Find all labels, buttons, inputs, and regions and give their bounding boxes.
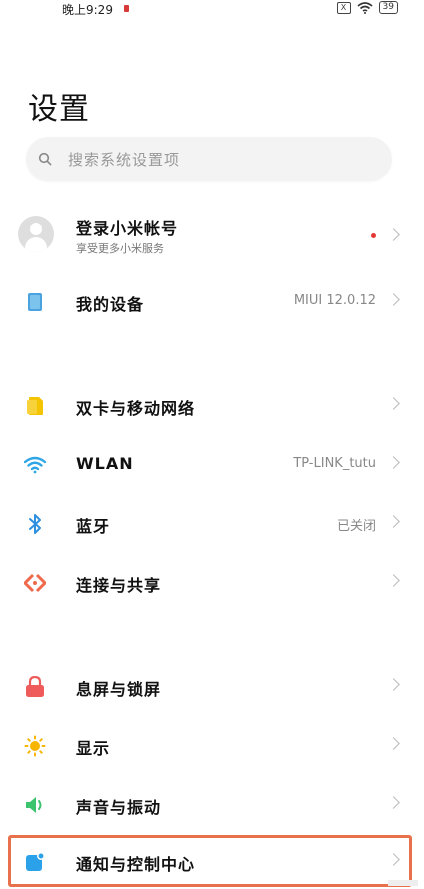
settings-row-lock-screen[interactable]: 息屏与锁屏 [0,662,424,712]
account-row[interactable]: 登录小米帐号 享受更多小米服务 [0,212,424,262]
settings-row-display[interactable]: 显示 [0,721,424,771]
settings-row-label: WLAN [76,454,134,473]
chevron-right-icon [387,293,400,306]
chevron-right-icon [387,228,400,241]
settings-row-label: 连接与共享 [76,576,162,595]
speaker-icon [22,792,48,818]
status-time: 晚上9:29 [62,3,113,17]
chevron-right-icon [387,515,400,528]
connection-share-icon [22,570,48,596]
account-subtitle: 享受更多小米服务 [76,242,164,255]
search-bar[interactable]: 搜索系统设置项 [26,137,392,181]
avatar-icon [18,216,54,252]
settings-row-sound-vibration[interactable]: 声音与振动 [0,780,424,830]
wifi-status-icon [357,1,373,14]
settings-row-value: 已关闭 [336,519,376,534]
settings-row-my-device[interactable]: 我的设备 MIUI 12.0.12 [0,277,424,327]
status-icons: X 39 [336,1,398,14]
search-icon [38,152,52,166]
highlight-box [8,835,412,887]
chevron-right-icon [387,574,400,587]
settings-row-connection-sharing[interactable]: 连接与共享 [0,558,424,608]
lock-icon [22,674,48,700]
settings-row-label: 双卡与移动网络 [76,399,196,418]
display-brightness-icon [22,733,48,759]
settings-row-wlan[interactable]: WLAN TP-LINK_tutu [0,440,424,490]
page-title: 设置 [28,92,90,127]
device-icon [22,289,48,315]
settings-row-bluetooth[interactable]: 蓝牙 已关闭 [0,499,424,549]
chevron-right-icon [387,397,400,410]
settings-row-label: 蓝牙 [76,517,111,536]
account-title: 登录小米帐号 [76,219,179,238]
settings-row-value: TP-LINK_tutu [293,456,376,471]
notification-badge [371,233,376,238]
chevron-right-icon [387,737,400,750]
notification-dot-icon [124,5,129,12]
battery-icon: 39 [378,1,398,14]
settings-row-value: MIUI 12.0.12 [293,293,376,308]
chevron-right-icon [387,796,400,809]
wifi-icon [22,452,48,478]
bluetooth-icon [22,511,48,537]
chevron-right-icon [387,678,400,691]
sim-status-icon: X [336,1,351,14]
corner-watermark [388,880,418,886]
sim-card-icon [22,393,48,419]
status-bar: 晚上9:29 X 39 [0,0,424,22]
search-placeholder: 搜索系统设置项 [68,151,181,169]
settings-row-label: 息屏与锁屏 [76,680,162,699]
chevron-right-icon [387,456,400,469]
settings-row-label: 显示 [76,739,111,758]
settings-row-label: 我的设备 [76,295,145,314]
settings-row-label: 声音与振动 [76,798,162,817]
settings-row-sim[interactable]: 双卡与移动网络 [0,381,424,431]
